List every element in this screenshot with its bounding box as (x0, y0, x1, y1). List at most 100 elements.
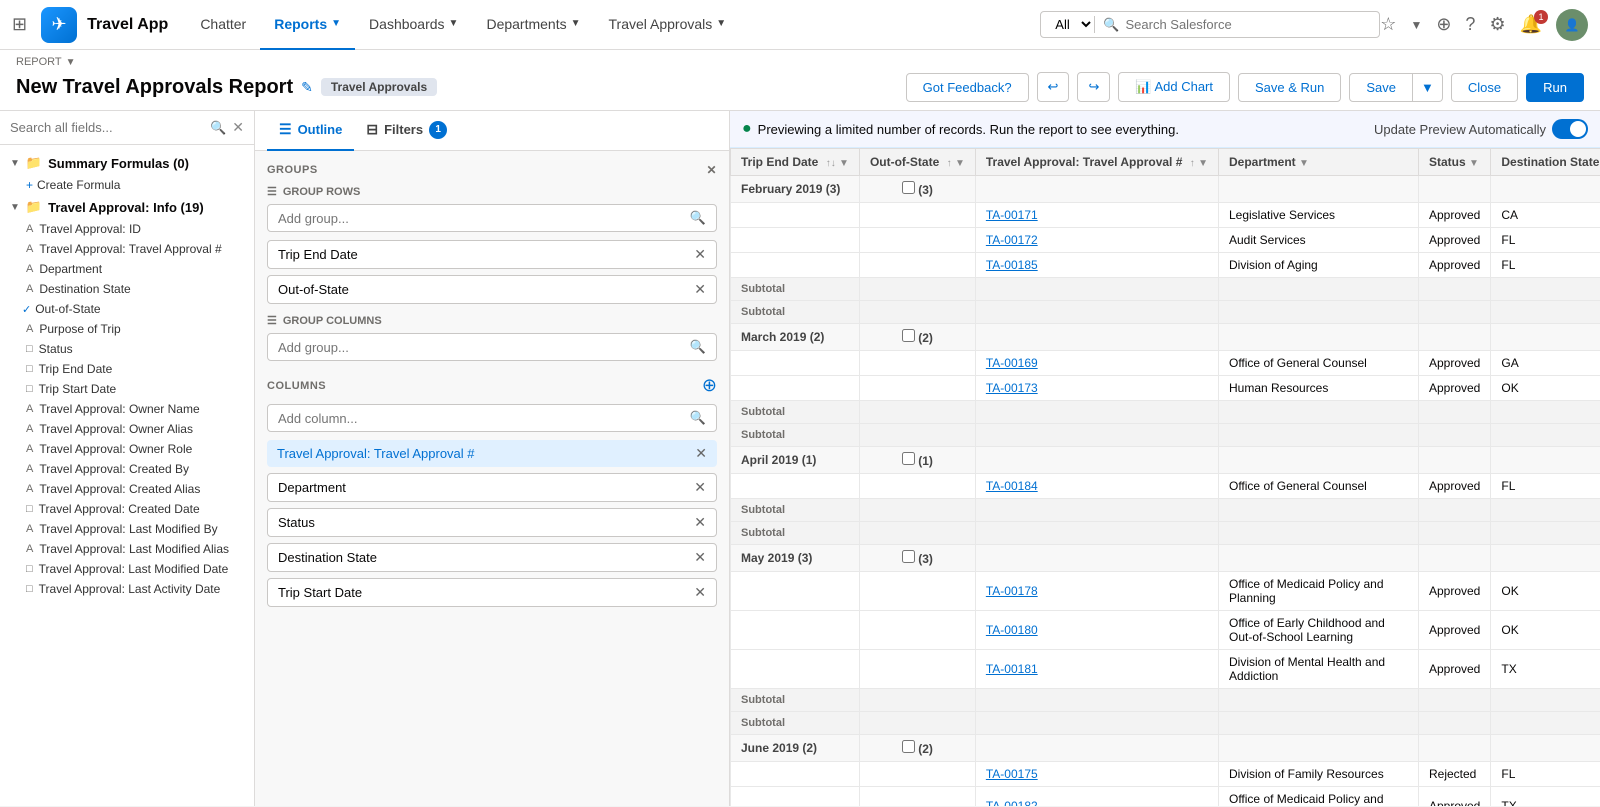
favorites-dropdown-icon[interactable]: ▼ (1410, 18, 1422, 32)
group-checkbox-cell[interactable]: (3) (859, 176, 975, 203)
sort-out-of-state[interactable]: ↑ (947, 158, 952, 169)
field-item-destination-state[interactable]: A Destination State (0, 279, 254, 299)
report-label-dropdown[interactable]: ▼ (66, 57, 76, 68)
remove-out-of-state-icon[interactable]: ✕ (694, 281, 706, 298)
grid-icon[interactable]: ⊞ (12, 14, 27, 35)
sort-trip-end-date[interactable]: ↑↓ (826, 158, 836, 169)
group-checkbox-cell[interactable]: (3) (859, 545, 975, 572)
field-item-trip-start-date[interactable]: □ Trip Start Date (0, 379, 254, 399)
group-checkbox[interactable] (902, 329, 915, 342)
subtotal2-label: Subtotal (731, 712, 860, 735)
nav-item-reports[interactable]: Reports ▼ (260, 0, 355, 50)
col-header-department[interactable]: Department ▼ (1218, 149, 1418, 176)
nav-item-travel-approvals[interactable]: Travel Approvals ▼ (595, 0, 741, 50)
field-item-ta-id[interactable]: A Travel Approval: ID (0, 219, 254, 239)
search-fields-input[interactable] (10, 120, 204, 135)
run-button[interactable]: Run (1526, 73, 1584, 102)
add-group-row-field[interactable] (278, 211, 690, 226)
nav-item-chatter[interactable]: Chatter (186, 0, 260, 50)
col-menu-ta-number[interactable]: ▼ (1198, 158, 1208, 169)
cell-status: Approved (1418, 376, 1490, 401)
outline-filters-tabs: ☰ Outline ⊟ Filters 1 (255, 111, 729, 151)
create-formula-item[interactable]: + Create Formula (0, 175, 254, 195)
cell-status: Approved (1418, 351, 1490, 376)
favorites-icon[interactable]: ☆ (1380, 14, 1396, 35)
clear-search-icon[interactable]: ✕ (232, 119, 244, 136)
add-group-col-field[interactable] (278, 340, 690, 355)
add-column-input[interactable]: 🔍 (267, 404, 717, 432)
group-checkbox-cell[interactable]: (2) (859, 324, 975, 351)
col-header-out-of-state[interactable]: Out-of-State ↑ ▼ (859, 149, 975, 176)
group-checkbox[interactable] (902, 452, 915, 465)
col-menu-out-of-state[interactable]: ▼ (955, 158, 965, 169)
search-icon: 🔍 (1103, 17, 1119, 33)
field-item-last-activity-date[interactable]: □ Travel Approval: Last Activity Date (0, 579, 254, 599)
add-column-field[interactable] (278, 411, 690, 426)
remove-trip-end-date-icon[interactable]: ✕ (694, 246, 706, 263)
field-item-created-alias[interactable]: A Travel Approval: Created Alias (0, 479, 254, 499)
column-chip-trip-start-date: Trip Start Date ✕ (267, 578, 717, 607)
remove-col-destination-state[interactable]: ✕ (694, 549, 706, 566)
group-checkbox-cell[interactable]: (1) (859, 447, 975, 474)
field-item-last-modified-alias[interactable]: A Travel Approval: Last Modified Alias (0, 539, 254, 559)
col-header-ta-number[interactable]: Travel Approval: Travel Approval # ↑ ▼ (975, 149, 1218, 176)
settings-icon[interactable]: ⚙ (1489, 14, 1505, 35)
remove-col-trip-start-date[interactable]: ✕ (694, 584, 706, 601)
nav-item-dashboards[interactable]: Dashboards ▼ (355, 0, 472, 50)
got-feedback-button[interactable]: Got Feedback? (906, 73, 1029, 102)
nav-item-departments[interactable]: Departments ▼ (472, 0, 594, 50)
field-item-owner-alias[interactable]: A Travel Approval: Owner Alias (0, 419, 254, 439)
group-checkbox-cell[interactable]: (2) (859, 735, 975, 762)
redo-button[interactable]: ↪ (1077, 72, 1110, 102)
main-layout: 🔍 ✕ ▼ 📁 Summary Formulas (0) + Create Fo… (0, 111, 1600, 806)
field-item-last-modified-date[interactable]: □ Travel Approval: Last Modified Date (0, 559, 254, 579)
summary-formulas-group[interactable]: ▼ 📁 Summary Formulas (0) (0, 151, 254, 175)
global-search-input[interactable] (1125, 17, 1369, 32)
col-header-destination-state[interactable]: Destination State ▼ (1491, 149, 1600, 176)
field-item-purpose-of-trip[interactable]: A Purpose of Trip (0, 319, 254, 339)
user-avatar[interactable]: 👤 (1556, 9, 1588, 41)
field-item-owner-role[interactable]: A Travel Approval: Owner Role (0, 439, 254, 459)
add-group-col-input[interactable]: 🔍 (267, 333, 717, 361)
tab-outline[interactable]: ☰ Outline (267, 111, 354, 151)
save-run-button[interactable]: Save & Run (1238, 73, 1341, 102)
tab-filters[interactable]: ⊟ Filters 1 (354, 111, 459, 151)
groups-remove-icon[interactable]: ✕ (706, 163, 717, 177)
field-item-status[interactable]: □ Status (0, 339, 254, 359)
add-chart-button[interactable]: 📊 Add Chart (1118, 72, 1230, 102)
sort-ta-number[interactable]: ↑ (1190, 158, 1195, 169)
add-icon[interactable]: ⊕ (1436, 14, 1451, 35)
col-menu-status[interactable]: ▼ (1469, 158, 1479, 169)
add-group-row-input[interactable]: 🔍 (267, 204, 717, 232)
field-item-out-of-state[interactable]: ✓ Out-of-State (0, 299, 254, 319)
search-scope-select[interactable]: All (1051, 16, 1095, 33)
field-item-created-by[interactable]: A Travel Approval: Created By (0, 459, 254, 479)
col-menu-trip-end-date[interactable]: ▼ (839, 158, 849, 169)
notifications[interactable]: 🔔 1 (1520, 14, 1542, 35)
remove-col-ta-number[interactable]: ✕ (695, 445, 707, 462)
close-button[interactable]: Close (1451, 73, 1518, 102)
group-checkbox[interactable] (902, 550, 915, 563)
remove-col-status[interactable]: ✕ (694, 514, 706, 531)
save-button[interactable]: Save (1349, 73, 1413, 102)
field-item-trip-end-date[interactable]: □ Trip End Date (0, 359, 254, 379)
col-header-status[interactable]: Status ▼ (1418, 149, 1490, 176)
group-checkbox[interactable] (902, 740, 915, 753)
field-item-created-date[interactable]: □ Travel Approval: Created Date (0, 499, 254, 519)
add-column-icon[interactable]: ⊕ (702, 375, 717, 396)
travel-approval-info-group[interactable]: ▼ 📁 Travel Approval: Info (19) (0, 195, 254, 219)
col-header-trip-end-date[interactable]: Trip End Date ↑↓ ▼ (731, 149, 860, 176)
auto-preview-toggle[interactable] (1552, 119, 1588, 139)
field-item-department[interactable]: A Department (0, 259, 254, 279)
remove-col-department[interactable]: ✕ (694, 479, 706, 496)
undo-button[interactable]: ↩ (1037, 72, 1070, 102)
field-item-ta-number[interactable]: A Travel Approval: Travel Approval # (0, 239, 254, 259)
col-menu-department[interactable]: ▼ (1299, 158, 1309, 169)
help-icon[interactable]: ? (1465, 14, 1475, 35)
save-dropdown-button[interactable]: ▼ (1413, 73, 1443, 102)
field-item-last-modified-by[interactable]: A Travel Approval: Last Modified By (0, 519, 254, 539)
field-item-owner-name[interactable]: A Travel Approval: Owner Name (0, 399, 254, 419)
group-checkbox[interactable] (902, 181, 915, 194)
edit-title-icon[interactable]: ✎ (301, 79, 313, 96)
search-fields-icon[interactable]: 🔍 (210, 120, 226, 136)
